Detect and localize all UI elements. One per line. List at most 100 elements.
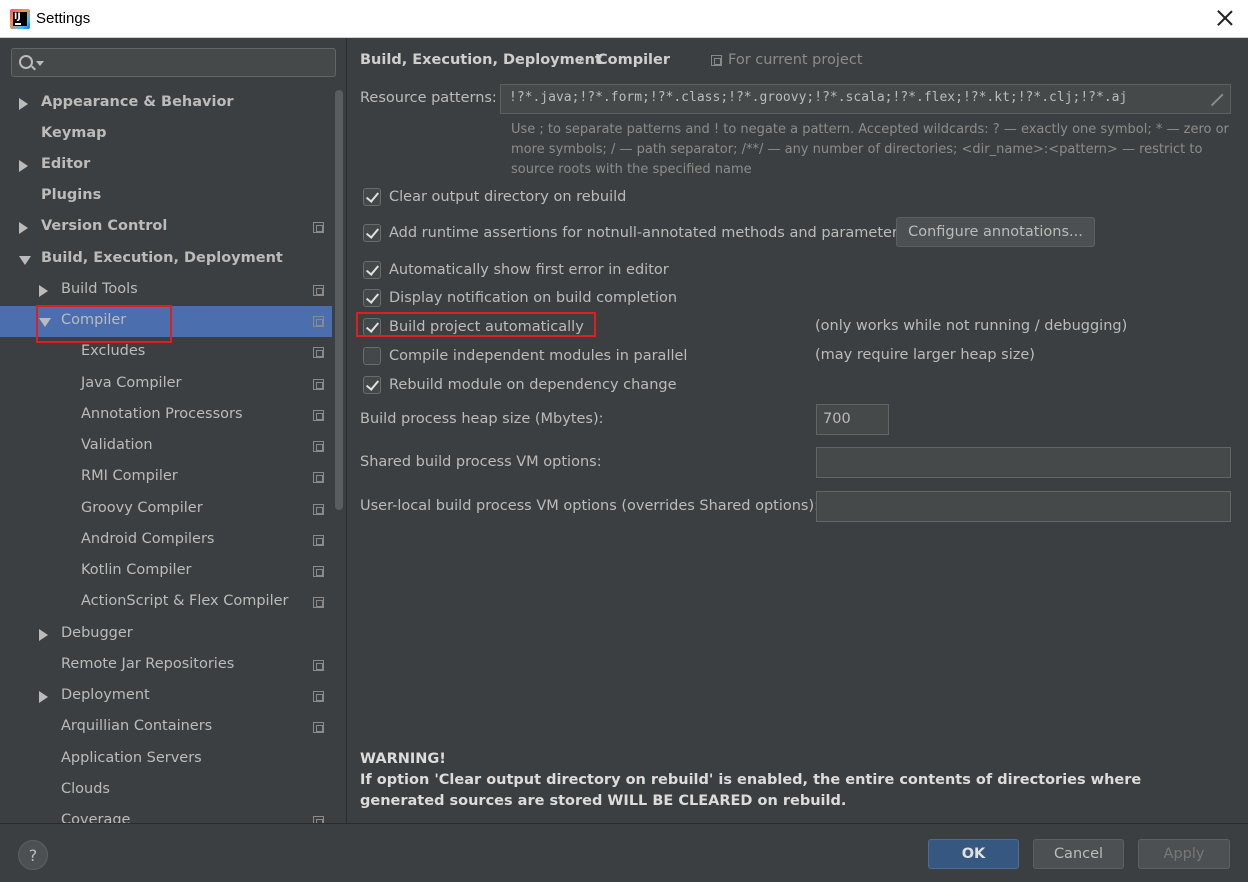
project-scope-icon (313, 504, 324, 515)
ok-button[interactable]: OK (928, 839, 1019, 869)
chevron-right-icon[interactable] (19, 160, 28, 172)
tree-scrollbar[interactable] (335, 90, 343, 510)
tree-item[interactable]: Keymap (0, 119, 332, 150)
project-scope-icon (313, 597, 324, 608)
resource-patterns-input[interactable]: !?*.java;!?*.form;!?*.class;!?*.groovy;!… (500, 84, 1231, 114)
tree-item[interactable]: RMI Compiler (0, 462, 332, 493)
checkbox[interactable] (363, 261, 381, 279)
checkbox[interactable] (363, 376, 381, 394)
checkbox-label[interactable]: Automatically show first error in editor (389, 262, 669, 278)
checkbox[interactable] (363, 318, 381, 336)
resource-patterns-label: Resource patterns: (360, 90, 497, 106)
warning-title: WARNING! (360, 751, 446, 767)
chevron-right-icon[interactable] (39, 285, 48, 297)
option-note: (may require larger heap size) (815, 347, 1035, 363)
tree-item-label: Version Control (41, 218, 168, 234)
option-note: (only works while not running / debuggin… (815, 318, 1128, 334)
checkbox[interactable] (363, 289, 381, 307)
configure-annotations-button[interactable]: Configure annotations... (896, 217, 1095, 247)
tree-item-label: Clouds (61, 781, 110, 797)
heap-size-input[interactable]: 700 (816, 404, 889, 435)
checkbox[interactable] (363, 347, 381, 365)
chevron-right-icon[interactable] (39, 629, 48, 641)
chevron-right-icon[interactable] (19, 98, 28, 110)
warning-body: If option 'Clear output directory on reb… (360, 772, 1142, 809)
option-checkbox-row[interactable]: Automatically show first error in editor (363, 259, 669, 281)
tree-item[interactable]: Android Compilers (0, 525, 332, 556)
chevron-down-icon[interactable] (39, 318, 51, 327)
tree-item[interactable]: Kotlin Compiler (0, 556, 332, 587)
window-title: Settings (36, 10, 91, 27)
checkbox[interactable] (363, 224, 381, 242)
tree-item[interactable]: Build, Execution, Deployment (0, 244, 332, 275)
dialog-footer: ? OK Cancel Apply (0, 823, 1248, 882)
tree-item-label: Remote Jar Repositories (61, 656, 235, 672)
compiler-settings-panel: Build, Execution, Deployment › Compiler … (347, 38, 1248, 823)
tree-item[interactable]: Arquillian Containers (0, 712, 332, 743)
tree-item-label: Appearance & Behavior (41, 94, 234, 110)
warning-text: WARNING! If option 'Clear output directo… (360, 749, 1230, 812)
option-checkbox-row[interactable]: Compile independent modules in parallel (363, 345, 687, 367)
checkbox-label[interactable]: Clear output directory on rebuild (389, 189, 626, 205)
project-scope-icon (313, 222, 324, 233)
breadcrumb-separator: › (578, 50, 584, 68)
resource-patterns-hint: Use ; to separate patterns and ! to nega… (511, 122, 1229, 177)
project-scope-icon (313, 722, 324, 733)
checkbox-label[interactable]: Add runtime assertions for notnull-annot… (389, 225, 905, 241)
shared-vm-options-input[interactable] (816, 447, 1231, 478)
settings-search-input[interactable] (11, 48, 336, 77)
chevron-right-icon[interactable] (19, 222, 28, 234)
option-checkbox-row[interactable]: Rebuild module on dependency change (363, 374, 677, 396)
tree-item-label: Compiler (61, 312, 127, 328)
tree-item-label: Build, Execution, Deployment (41, 250, 283, 266)
option-checkbox-row[interactable]: Build project automatically (363, 316, 584, 338)
checkbox[interactable] (363, 188, 381, 206)
tree-item[interactable]: Build Tools (0, 275, 332, 306)
option-checkbox-row[interactable]: Add runtime assertions for notnull-annot… (363, 222, 905, 244)
chevron-right-icon[interactable] (39, 691, 48, 703)
checkbox-label[interactable]: Rebuild module on dependency change (389, 377, 677, 393)
tree-item[interactable]: Coverage (0, 806, 332, 823)
tree-item-label: Arquillian Containers (61, 718, 213, 734)
chevron-down-icon[interactable] (36, 61, 44, 66)
option-checkbox-row[interactable]: Clear output directory on rebuild (363, 186, 626, 208)
tree-item[interactable]: Version Control (0, 212, 332, 243)
project-scope-icon (313, 566, 324, 577)
tree-item[interactable]: Editor (0, 150, 332, 181)
tree-item[interactable]: Compiler (0, 306, 332, 337)
tree-item[interactable]: Clouds (0, 775, 332, 806)
shared-vm-options-label: Shared build process VM options: (360, 454, 602, 470)
apply-button[interactable]: Apply (1138, 839, 1230, 869)
close-icon[interactable] (1216, 9, 1234, 27)
tree-item[interactable]: Deployment (0, 681, 332, 712)
tree-item[interactable]: Excludes (0, 337, 332, 368)
breadcrumb-parent[interactable]: Build, Execution, Deployment (360, 52, 602, 68)
checkbox-label[interactable]: Build project automatically (389, 319, 584, 335)
tree-item[interactable]: Application Servers (0, 744, 332, 775)
chevron-down-icon[interactable] (19, 256, 31, 265)
project-scope-icon (313, 816, 324, 823)
tree-item[interactable]: Remote Jar Repositories (0, 650, 332, 681)
cancel-button[interactable]: Cancel (1033, 839, 1124, 869)
tree-item-label: Keymap (41, 125, 107, 141)
tree-item[interactable]: Appearance & Behavior (0, 88, 332, 119)
tree-item[interactable]: Debugger (0, 619, 332, 650)
tree-item[interactable]: Groovy Compiler (0, 494, 332, 525)
checkbox-label[interactable]: Compile independent modules in parallel (389, 348, 687, 364)
breadcrumb-current: Compiler (597, 52, 671, 68)
settings-tree-pane: Appearance & Behavior Keymap Editor Plugins… (0, 38, 347, 823)
tree-item[interactable]: Validation (0, 431, 332, 462)
project-scope-icon (313, 316, 324, 327)
tree-item-label: Debugger (61, 625, 133, 641)
checkbox-label[interactable]: Display notification on build completion (389, 290, 677, 306)
tree-item[interactable]: ActionScript & Flex Compiler (0, 587, 332, 618)
tree-item[interactable]: Java Compiler (0, 369, 332, 400)
user-vm-options-input[interactable] (816, 491, 1231, 522)
tree-item[interactable]: Annotation Processors (0, 400, 332, 431)
help-button[interactable]: ? (18, 840, 48, 870)
project-scope-icon (313, 441, 324, 452)
project-scope-icon (313, 660, 324, 671)
option-checkbox-row[interactable]: Display notification on build completion (363, 287, 677, 309)
expand-icon[interactable] (1209, 93, 1223, 107)
tree-item[interactable]: Plugins (0, 181, 332, 212)
